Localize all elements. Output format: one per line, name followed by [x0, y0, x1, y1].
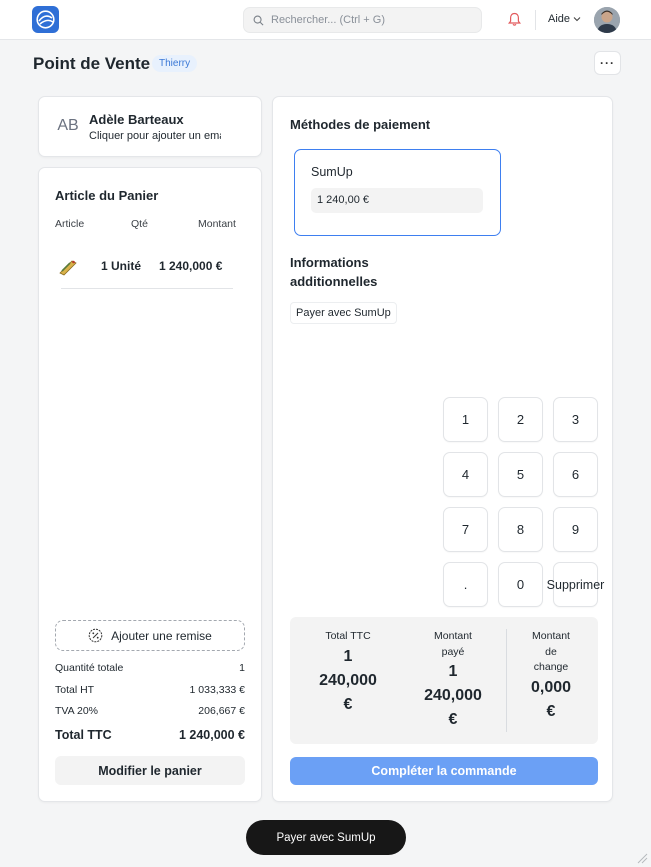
column-header-article: Article: [55, 218, 85, 230]
keypad-key-2[interactable]: 2: [498, 397, 543, 442]
payment-summary: Total TTC 1 240,000 € Montant payé 1 240…: [290, 617, 598, 744]
pay-with-sumup-link[interactable]: Payer avec SumUp: [290, 302, 397, 324]
cart-item-qty[interactable]: 1 Unité: [101, 259, 141, 273]
modify-cart-button[interactable]: Modifier le panier: [55, 756, 245, 785]
customer-avatar: AB: [57, 117, 79, 134]
payment-card: Méthodes de paiement SumUp 1 240,00 € In…: [272, 96, 613, 802]
keypad-key-9[interactable]: 9: [553, 507, 598, 552]
total-ttc-column: Total TTC 1 240,000 €: [300, 629, 396, 717]
total-ttc-value: €: [343, 695, 353, 713]
discount-icon: [88, 628, 103, 643]
payment-amount-input[interactable]: 1 240,00 €: [311, 188, 483, 213]
change-amount-label: change: [533, 661, 569, 673]
divider: [506, 629, 507, 732]
add-discount-button[interactable]: Ajouter une remise: [55, 620, 245, 651]
summary-value: 1 240,000 €: [178, 728, 245, 742]
keypad-key-1[interactable]: 1: [443, 397, 488, 442]
keypad-key-6[interactable]: 6: [553, 452, 598, 497]
keypad-key-4[interactable]: 4: [443, 452, 488, 497]
change-amount-value: 0,000: [530, 678, 572, 696]
keypad-key-0[interactable]: 0: [498, 562, 543, 607]
column-header-qty: Qté: [131, 218, 148, 230]
search-input[interactable]: Rechercher... (Ctrl + G): [243, 7, 482, 33]
user-avatar[interactable]: [594, 7, 620, 33]
add-discount-label: Ajouter une remise: [111, 628, 212, 643]
change-amount-column: Montant de change 0,000 €: [508, 629, 594, 724]
divider: [535, 10, 536, 30]
amount-paid-column: Montant payé 1 240,000 €: [405, 629, 501, 732]
more-dots-icon: ···: [600, 56, 615, 70]
cart-title: Article du Panier: [55, 188, 159, 203]
product-thumbnail-icon: [58, 257, 78, 282]
payment-method-sumup[interactable]: SumUp 1 240,00 €: [294, 149, 501, 236]
change-amount-label: de: [545, 645, 557, 658]
keypad-key-7[interactable]: 7: [443, 507, 488, 552]
summary-value: 1: [239, 662, 245, 674]
customer-card[interactable]: AB Adèle Barteaux Cliquer pour ajouter u…: [38, 96, 262, 157]
keypad-key-decimal[interactable]: .: [443, 562, 488, 607]
top-navbar: Rechercher... (Ctrl + G) Aide: [0, 0, 651, 40]
payment-methods-title: Méthodes de paiement: [290, 117, 431, 132]
help-label: Aide: [548, 13, 571, 25]
summary-value: 206,667 €: [198, 705, 245, 717]
additional-info-title: Informations additionnelles: [290, 255, 378, 289]
column-header-amount: Montant: [198, 218, 236, 230]
cart-card: Article du Panier Article Qté Montant 1 …: [38, 167, 262, 802]
summary-label: TVA 20%: [55, 705, 98, 717]
cart-item-amount: 1 240,000 €: [159, 259, 223, 273]
more-options-button[interactable]: ···: [594, 51, 621, 75]
total-ttc-value: 1: [343, 647, 353, 665]
search-placeholder: Rechercher... (Ctrl + G): [271, 14, 386, 26]
user-badge: Thierry: [152, 55, 198, 72]
page-title: Point de Vente: [33, 54, 151, 73]
summary-row: Total HT 1 033,333 €: [55, 684, 245, 696]
search-icon: [253, 15, 264, 25]
amount-paid-label: Montant: [434, 630, 472, 642]
customer-name: Adèle Barteaux: [89, 112, 184, 127]
amount-paid-value: 240,000: [424, 687, 482, 704]
keypad-key-5[interactable]: 5: [498, 452, 543, 497]
amount-paid-value: 1: [448, 663, 458, 680]
help-menu[interactable]: Aide: [548, 13, 581, 25]
keypad-key-3[interactable]: 3: [553, 397, 598, 442]
total-ttc-value: 240,000: [319, 671, 377, 689]
summary-row-total: Total TTC 1 240,000 €: [55, 728, 245, 742]
summary-label: Total TTC: [55, 728, 112, 742]
notification-bell-icon[interactable]: [507, 12, 522, 32]
payment-method-name: SumUp: [311, 165, 353, 179]
resize-handle-icon[interactable]: [636, 852, 648, 864]
summary-label: Total HT: [55, 684, 95, 696]
divider: [61, 288, 233, 289]
change-amount-value: €: [546, 702, 556, 720]
amount-paid-label: payé: [441, 645, 465, 658]
change-amount-label: Montant: [532, 630, 570, 642]
keypad-key-8[interactable]: 8: [498, 507, 543, 552]
pay-with-sumup-button[interactable]: Payer avec SumUp: [246, 820, 406, 855]
complete-order-button[interactable]: Compléter la commande: [290, 757, 598, 785]
chevron-down-icon: [573, 17, 581, 22]
summary-label: Quantité totale: [55, 662, 124, 674]
summary-row: Quantité totale 1: [55, 662, 245, 674]
app-logo-icon[interactable]: [32, 6, 59, 33]
summary-value: 1 033,333 €: [189, 684, 245, 696]
total-ttc-label: Total TTC: [325, 630, 371, 642]
summary-row: TVA 20% 206,667 €: [55, 705, 245, 717]
amount-paid-value: €: [448, 711, 458, 728]
keypad-delete-button[interactable]: Supprimer: [547, 562, 604, 607]
customer-email-hint: Cliquer pour ajouter un email: [89, 130, 221, 142]
